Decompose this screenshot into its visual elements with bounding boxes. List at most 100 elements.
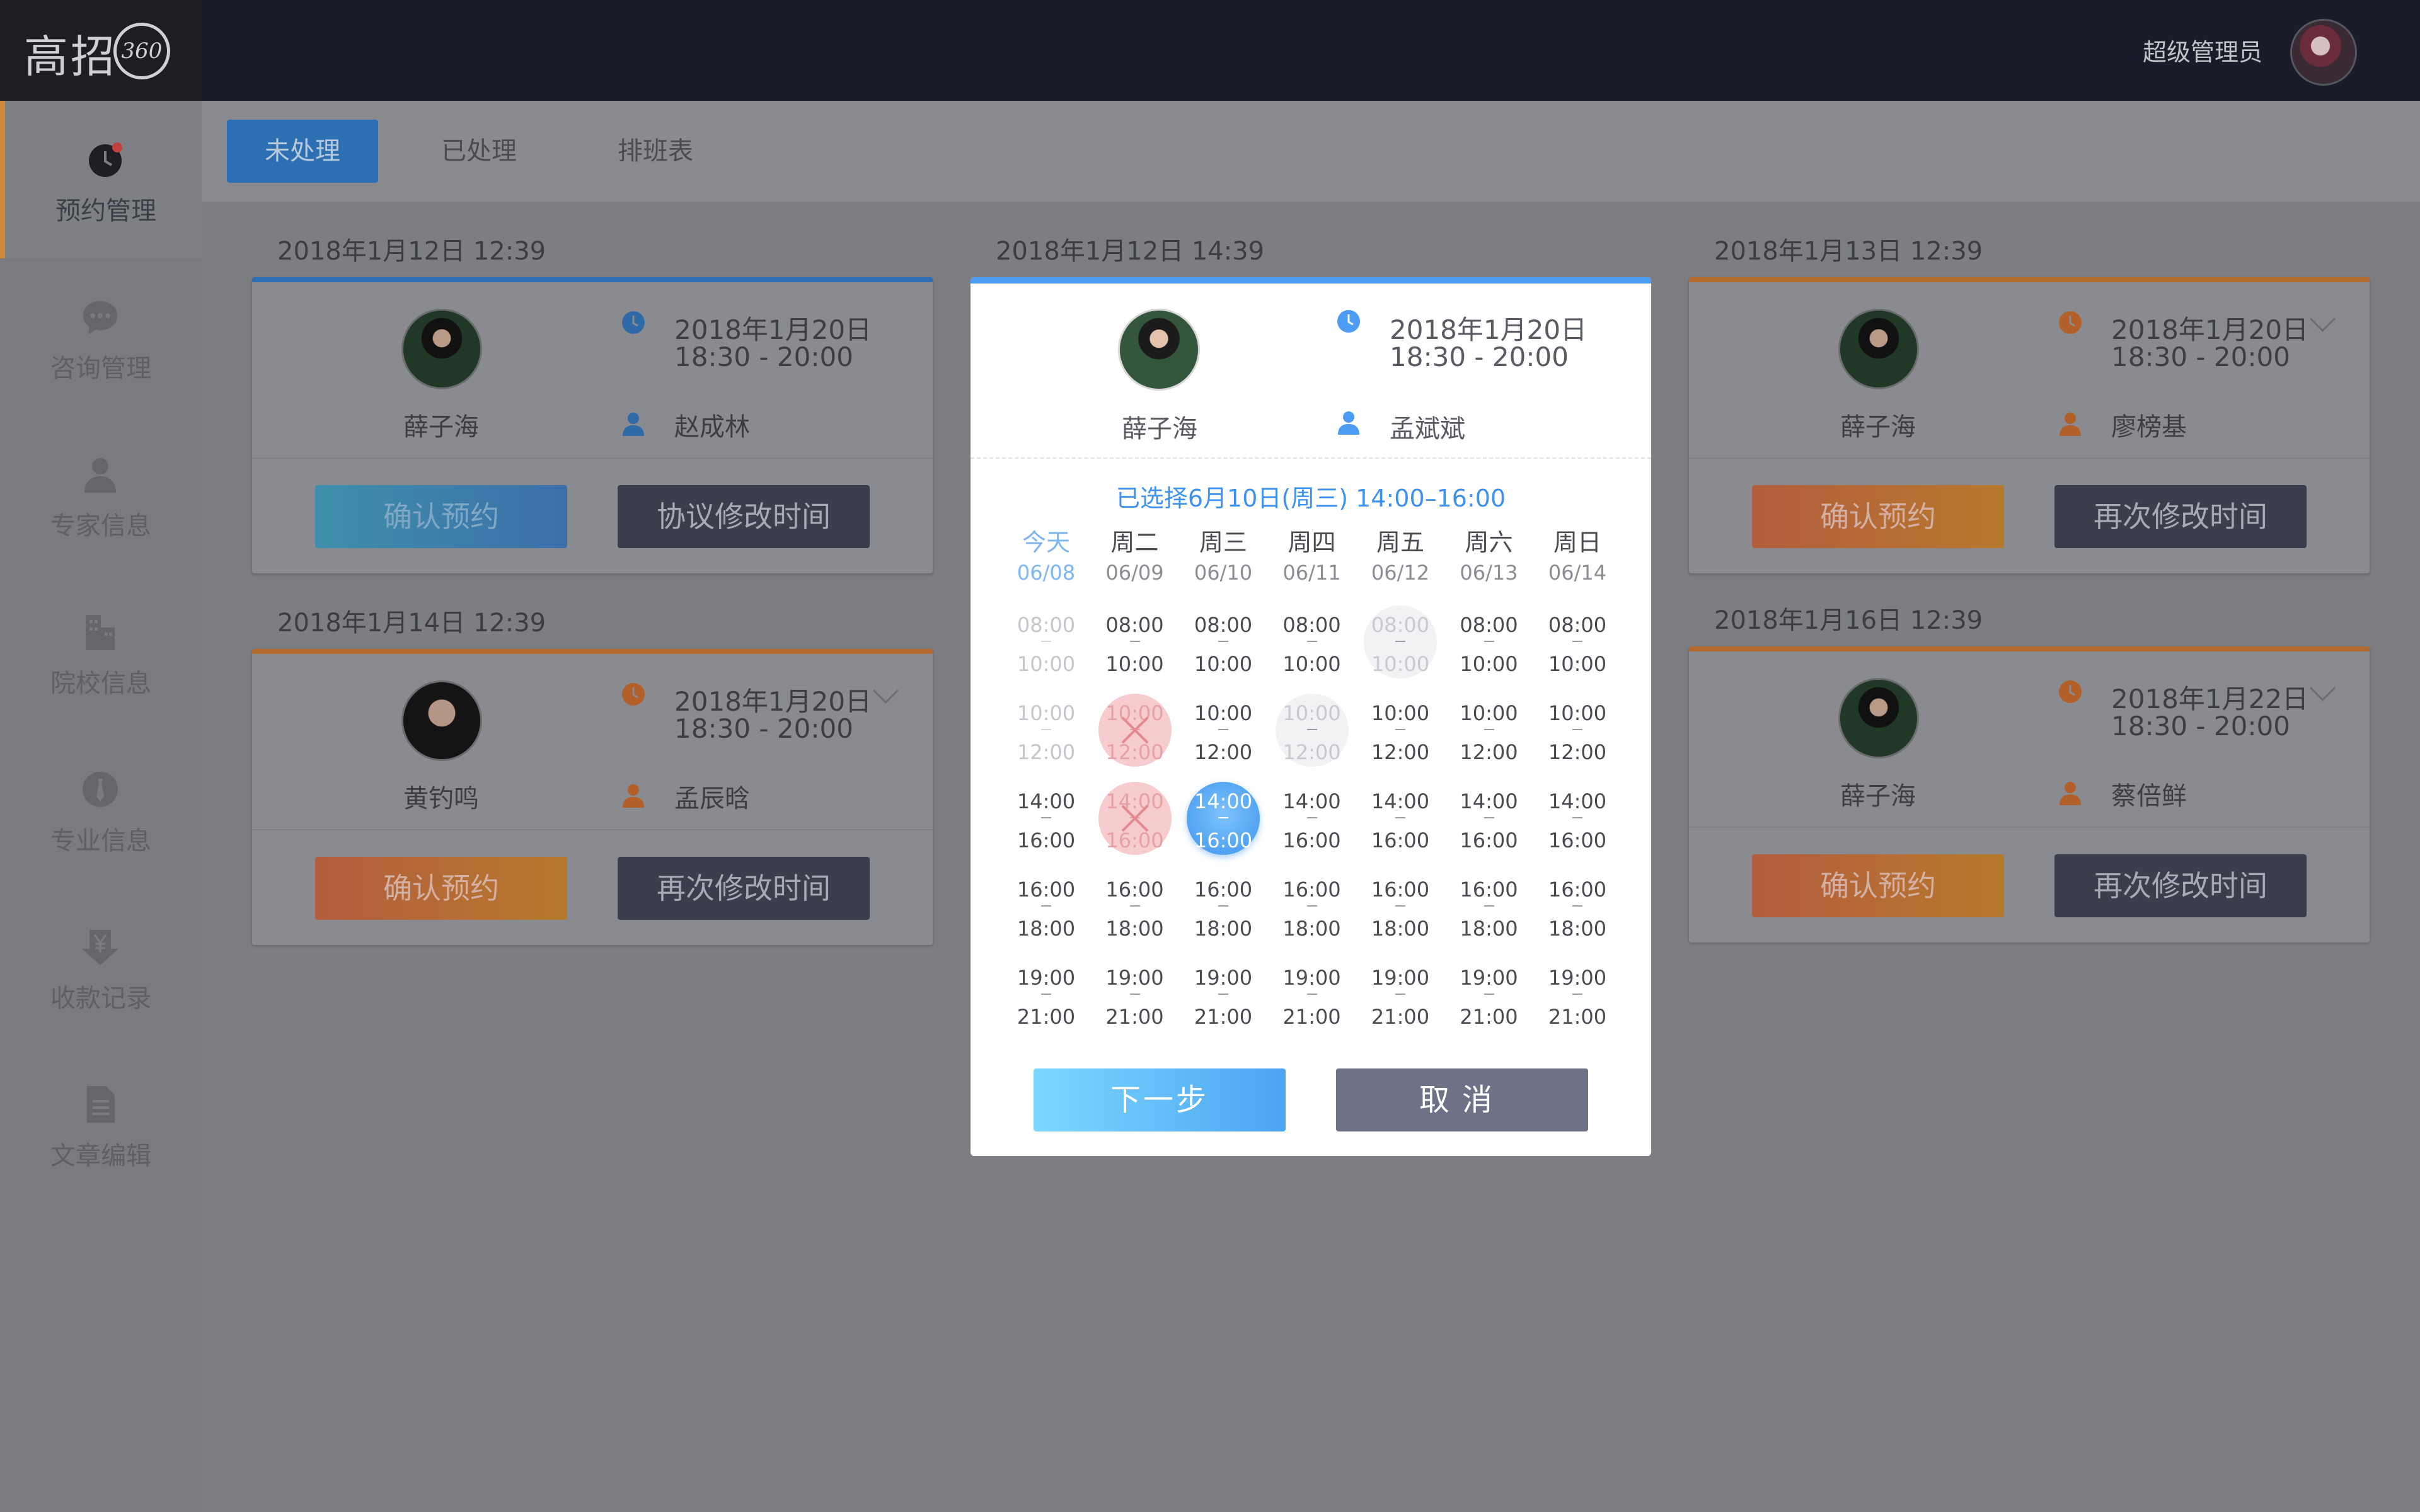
time-slot[interactable]: 19:00 21:00 — [1268, 966, 1356, 1048]
time-slot[interactable]: 10:00 12:00 — [1533, 701, 1622, 783]
sidebar-item-appointments[interactable]: 预约管理 — [0, 101, 202, 258]
appointment-user: 赵成林 — [674, 413, 750, 442]
tab-unprocessed[interactable]: 未处理 — [227, 120, 378, 183]
day-header: 周六 06/13 — [1445, 526, 1533, 587]
tab-processed[interactable]: 已处理 — [403, 120, 555, 183]
modify-time-again-button[interactable]: 再次修改时间 — [2054, 854, 2307, 917]
time-slot[interactable]: 16:00 18:00 — [1179, 878, 1267, 959]
time-slot[interactable]: 19:00 21:00 — [1356, 966, 1444, 1048]
slot-dash — [1484, 641, 1494, 642]
time-slot[interactable]: 16:00 18:00 — [1445, 878, 1533, 959]
sidebar-item-consulting[interactable]: 咨询管理 — [0, 258, 202, 416]
logo[interactable]: 高招 360 — [0, 0, 202, 101]
day-name: 周二 — [1110, 529, 1159, 556]
confirm-appointment-button[interactable]: 确认预约 — [1752, 485, 2004, 548]
admin-avatar[interactable] — [2290, 19, 2357, 86]
sidebar-item-payments[interactable]: 收款记录 — [0, 888, 202, 1046]
card-divider — [252, 829, 933, 830]
time-slot[interactable]: 14:00 16:00 — [1268, 789, 1356, 871]
slot-dash — [1041, 994, 1051, 995]
time-slot[interactable]: 16:00 18:00 — [1268, 878, 1356, 959]
time-slot[interactable]: 19:00 21:00 — [1002, 966, 1090, 1048]
day-date: 06/14 — [1548, 561, 1607, 585]
time-slot[interactable]: 14:00 16:00 — [1445, 789, 1533, 871]
clock-icon — [2059, 311, 2082, 334]
time-slot[interactable]: 19:00 21:00 — [1091, 966, 1179, 1048]
time-slot[interactable]: 14:00 16:00 — [1533, 789, 1622, 871]
time-slot[interactable]: 14:00 16:00 — [1002, 789, 1090, 871]
slot-start-time: 19:00 — [1017, 966, 1076, 990]
sidebar-item-articles[interactable]: 文章编辑 — [0, 1046, 202, 1203]
time-slot[interactable]: 08:00 10:00 — [1445, 613, 1533, 695]
reschedule-dialog: 薛子海 2018年1月20日 18:30 - 20:00 孟斌斌 已选择6月10… — [971, 277, 1651, 1156]
slot-start-time: 14:00 — [1548, 789, 1607, 813]
unavailable-x-icon — [1121, 805, 1148, 832]
slot-start-time: 08:00 — [1548, 613, 1607, 637]
user-icon — [623, 784, 644, 808]
chevron-down-icon[interactable] — [2309, 675, 2336, 702]
sidebar-item-label: 文章编辑 — [50, 1142, 151, 1171]
admin-name[interactable]: 超级管理员 — [2143, 33, 2262, 67]
appointment-time: 18:30 - 20:00 — [2111, 341, 2290, 372]
time-slot[interactable]: 10:00 12:00 — [1179, 701, 1267, 783]
confirm-appointment-button[interactable]: 确认预约 — [315, 857, 567, 920]
slot-end-time: 12:00 — [1282, 740, 1341, 764]
sidebar-item-experts[interactable]: 专家信息 — [0, 416, 202, 573]
slot-start-time: 16:00 — [1460, 878, 1518, 902]
time-slot[interactable]: 08:00 10:00 — [1533, 613, 1622, 695]
slot-dash — [1484, 905, 1494, 907]
confirm-appointment-button[interactable]: 确认预约 — [315, 485, 567, 548]
time-slot[interactable]: 16:00 18:00 — [1002, 878, 1090, 959]
dialog-accent-bar — [971, 277, 1651, 284]
slot-dash — [1306, 729, 1317, 730]
slot-end-time: 21:00 — [1371, 1005, 1430, 1029]
time-slot[interactable]: 19:00 21:00 — [1445, 966, 1533, 1048]
card-accent-bar — [1689, 277, 2370, 282]
slot-start-time: 19:00 — [1282, 966, 1341, 990]
chevron-down-icon[interactable] — [872, 677, 899, 704]
time-slot[interactable]: 19:00 21:00 — [1179, 966, 1267, 1048]
slot-end-time: 18:00 — [1371, 917, 1430, 941]
chevron-down-icon[interactable] — [2309, 306, 2336, 333]
sidebar: 预约管理 咨询管理 专家信息 院校信息 专业信息 收款记录 文章编辑 — [0, 101, 202, 1512]
time-slot[interactable]: 08:00 10:00 — [1179, 613, 1267, 695]
slot-dash — [1572, 817, 1582, 818]
next-step-button[interactable]: 下一步 — [1034, 1068, 1286, 1131]
tab-schedule[interactable]: 排班表 — [580, 120, 731, 183]
time-slot: 10:00 12:00 — [1002, 701, 1090, 783]
time-slot[interactable]: 10:00 12:00 — [1445, 701, 1533, 783]
time-slot: 14:00 16:00 — [1091, 782, 1179, 871]
slot-dash — [1041, 817, 1051, 818]
cancel-button[interactable]: 取消 — [1336, 1068, 1588, 1131]
modify-time-again-button[interactable]: 再次修改时间 — [2054, 485, 2307, 548]
sidebar-item-schools[interactable]: 院校信息 — [0, 573, 202, 731]
time-slot[interactable]: 16:00 18:00 — [1533, 878, 1622, 959]
time-slot[interactable]: 08:00 10:00 — [1268, 613, 1356, 695]
clock-icon — [1337, 310, 1360, 333]
time-slot-selected[interactable]: 14:00 16:00 — [1179, 782, 1267, 871]
time-slot[interactable]: 08:00 10:00 — [1091, 613, 1179, 695]
time-slot[interactable]: 16:00 18:00 — [1356, 878, 1444, 959]
confirm-appointment-button[interactable]: 确认预约 — [1752, 854, 2004, 917]
top-bar: 高招 360 超级管理员 — [0, 0, 2420, 101]
time-slot[interactable]: 16:00 18:00 — [1091, 878, 1179, 959]
user-icon — [1338, 411, 1359, 435]
expert-name: 薛子海 — [1840, 782, 1916, 811]
day-name: 今天 — [1022, 529, 1070, 556]
modify-time-again-button[interactable]: 再次修改时间 — [618, 857, 870, 920]
slot-end-time: 18:00 — [1194, 917, 1253, 941]
negotiate-time-button[interactable]: 协议修改时间 — [618, 485, 870, 548]
expert-avatar — [1118, 309, 1200, 391]
sidebar-item-majors[interactable]: 专业信息 — [0, 731, 202, 888]
slot-dash — [1572, 905, 1582, 907]
slot-end-time: 18:00 — [1105, 917, 1164, 941]
slot-end-time: 12:00 — [1194, 740, 1253, 764]
appointment-user: 孟辰晗 — [674, 784, 750, 813]
slot-end-time: 16:00 — [1017, 828, 1076, 852]
slot-start-time: 16:00 — [1194, 878, 1253, 902]
time-slot[interactable]: 14:00 16:00 — [1356, 789, 1444, 871]
time-slot[interactable]: 19:00 21:00 — [1533, 966, 1622, 1048]
time-slot[interactable]: 10:00 12:00 — [1356, 701, 1444, 783]
slot-end-time: 12:00 — [1548, 740, 1607, 764]
slot-start-time: 14:00 — [1460, 789, 1518, 813]
